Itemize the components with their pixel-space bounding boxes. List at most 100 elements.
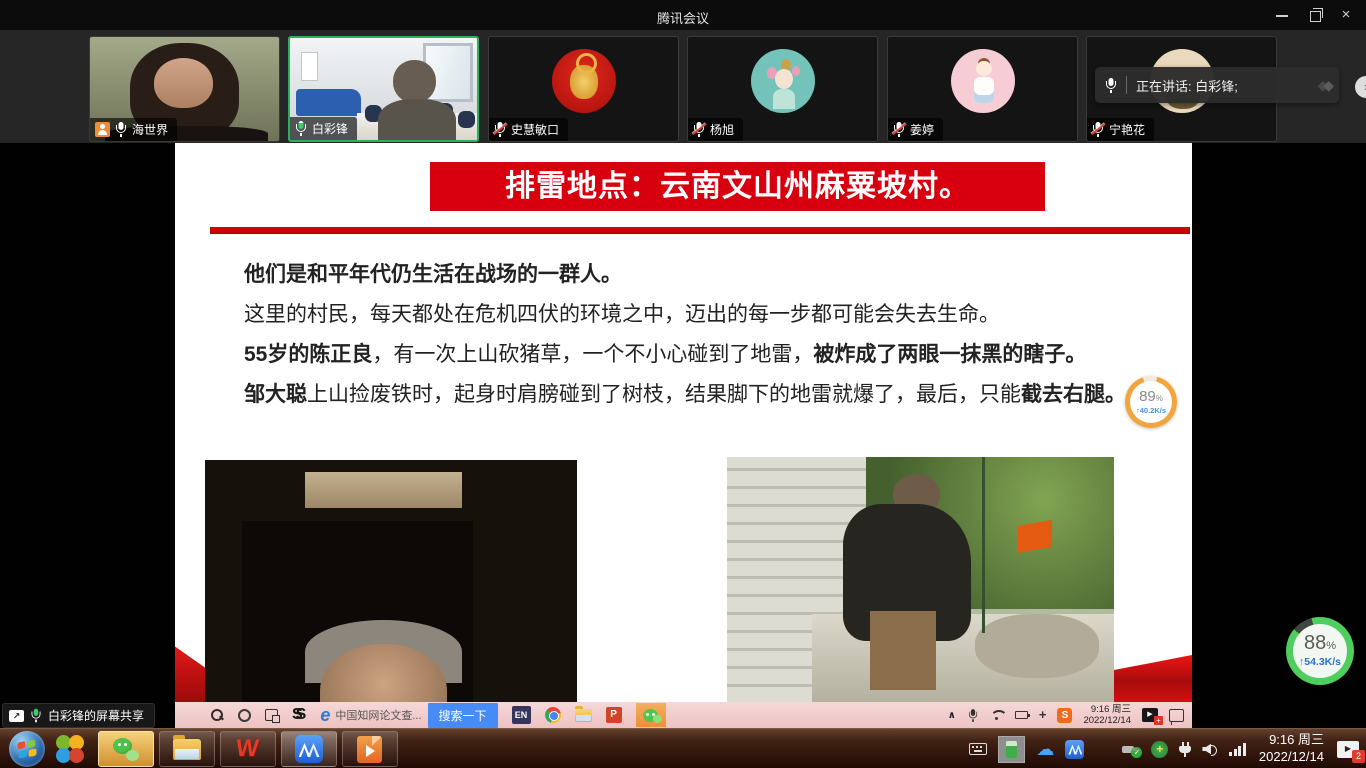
keyboard-icon[interactable] <box>969 743 987 755</box>
sogou-app-icon: SS <box>292 706 306 724</box>
wall-art-shape <box>301 52 318 81</box>
avatar <box>552 49 616 113</box>
video-app-button[interactable] <box>342 731 398 767</box>
battery-icon <box>1015 711 1028 719</box>
divider <box>1126 76 1127 94</box>
tencent-meeting-tray-icon[interactable] <box>1065 740 1084 759</box>
person-face-shape <box>393 60 436 103</box>
close-button[interactable]: × <box>1330 0 1362 30</box>
shared-screen-area: 排雷地点：云南文山州麻粟坡村。 他们是和平年代仍生活在战场的一群人。这里的村民，… <box>0 143 1366 728</box>
cortana-icon <box>238 709 251 722</box>
participant-label: 史慧敏口 <box>489 118 568 141</box>
presenter-upload-rate: ↑40.2K/s <box>1136 406 1166 415</box>
pole-shape <box>982 457 985 633</box>
screen-share-banner[interactable]: ↗ 白彩锋的屏幕共享 <box>2 703 155 728</box>
participant-tile-baicaifeng[interactable]: 白彩锋 <box>288 36 479 142</box>
start-button[interactable] <box>9 731 45 767</box>
tencent-meeting-window: 腾讯会议 × 海世界 <box>0 0 1366 768</box>
participant-name: 白彩锋 <box>312 120 348 137</box>
chevron-up-icon: ∧ <box>948 710 956 721</box>
slide-paragraph: 邹大聪上山捡废铁时，起身时肩膀碰到了树枝，结果脚下的地雷就爆了，最后，只能截去右… <box>244 375 1126 415</box>
remote-date: 2022/12/14 <box>1083 715 1131 726</box>
power-plug-icon[interactable] <box>1179 742 1191 757</box>
participant-label: 宁艳花 <box>1087 118 1154 141</box>
mic-active-icon <box>295 121 307 136</box>
media-app-icon: ▶+ <box>1142 708 1158 722</box>
red-ribbon-left <box>175 636 209 702</box>
mic-tray-icon <box>968 709 978 722</box>
sogou-input-icon: S <box>1057 708 1072 723</box>
file-explorer-button[interactable] <box>159 731 215 767</box>
local-taskbar: W ☁ ✓ + 9:16 周三 2022/12/14 ▶2 <box>0 728 1366 768</box>
language-indicator: EN <box>512 706 531 724</box>
red-ribbon-right <box>1114 655 1192 702</box>
slide-photo-left <box>205 460 577 702</box>
wps-office-button[interactable]: W <box>220 731 276 767</box>
mic-on-icon <box>115 122 127 137</box>
antivirus-shield-icon[interactable]: + <box>1151 741 1168 758</box>
mic-muted-icon <box>1092 122 1104 137</box>
local-upload-rate: ↑54.3K/s <box>1299 656 1341 668</box>
usb-safe-remove-icon[interactable]: ✓ <box>1122 742 1140 756</box>
remote-time: 9:16 周三 <box>1083 704 1131 715</box>
participant-tile-jiangting[interactable]: 姜婷 <box>887 36 1078 142</box>
participant-label: 姜婷 <box>888 118 943 141</box>
local-performance-ball[interactable]: 88% ↑54.3K/s <box>1286 617 1354 685</box>
sogou-pinwheel-icon[interactable] <box>55 734 85 764</box>
participant-name: 史慧敏口 <box>511 121 559 138</box>
door-sign-shape <box>305 472 461 508</box>
wps-icon: W <box>235 735 261 763</box>
participant-tile-haishijie[interactable]: 海世界 <box>89 36 280 142</box>
participant-tile-yangxu[interactable]: 杨旭 <box>687 36 878 142</box>
mic-muted-icon <box>893 122 905 137</box>
mic-muted-icon <box>693 122 705 137</box>
network-signal-icon[interactable] <box>1229 742 1246 756</box>
search-button: 搜索一下 <box>428 703 498 728</box>
participant-name: 杨旭 <box>710 121 734 138</box>
person-body-shape <box>378 99 457 142</box>
presentation-slide: 排雷地点：云南文山州麻粟坡村。 他们是和平年代仍生活在战场的一群人。这里的村民，… <box>175 143 1192 702</box>
wechat-taskbar-icon <box>636 703 666 727</box>
participant-name: 姜婷 <box>910 121 934 138</box>
windows-start-icon <box>183 709 196 722</box>
presenter-performance-ball: 89% ↑40.2K/s <box>1125 376 1177 428</box>
file-explorer-icon <box>575 709 592 722</box>
wechat-taskbar-button[interactable] <box>98 731 154 767</box>
restore-button[interactable] <box>1298 0 1330 30</box>
weiyun-cloud-icon[interactable]: ☁ <box>1036 740 1054 758</box>
taskbar-apps: W <box>0 729 400 768</box>
window-title: 腾讯会议 <box>0 8 1366 27</box>
wechat-icon <box>113 738 139 761</box>
meeting-logo-icon: ◆◆ <box>1317 77 1329 94</box>
notification-icon[interactable]: ▶2 <box>1337 741 1359 758</box>
plus-tray-icon: + <box>1039 710 1047 720</box>
clock-date: 2022/12/14 <box>1259 749 1324 766</box>
screen-share-text: 白彩锋的屏幕共享 <box>48 707 144 724</box>
chair-shape <box>458 111 475 127</box>
tencent-meeting-button[interactable] <box>281 731 337 767</box>
video-app-icon <box>357 736 382 763</box>
window-controls: × <box>1266 0 1362 30</box>
avatar <box>751 49 815 113</box>
usb-device-icon[interactable] <box>998 736 1025 763</box>
ie-icon: e <box>320 705 330 726</box>
screen-share-icon: ↗ <box>9 710 24 722</box>
slide-paragraph: 这里的村民，每天都处在危机四伏的环境之中，迈出的每一步都可能会失去生命。 <box>244 295 1126 335</box>
notification-badge: 2 <box>1352 750 1365 763</box>
wifi-icon <box>990 710 1004 721</box>
person-face-shape <box>154 58 213 108</box>
slide-paragraphs: 他们是和平年代仍生活在战场的一群人。这里的村民，每天都处在危机四伏的环境之中，迈… <box>244 255 1126 415</box>
mic-muted-icon <box>494 122 506 137</box>
clock-time: 9:16 周三 <box>1259 732 1324 749</box>
taskbar-clock[interactable]: 9:16 周三 2022/12/14 <box>1259 732 1324 766</box>
speaker-icon[interactable] <box>1202 743 1218 756</box>
speaking-toast: 正在讲话: 白彩锋; ◆◆ <box>1095 67 1339 103</box>
participant-name: 宁艳花 <box>1109 121 1145 138</box>
participant-tile-shihuimin[interactable]: 史慧敏口 <box>488 36 679 142</box>
participant-label: 杨旭 <box>688 118 743 141</box>
slide-title-banner: 排雷地点：云南文山州麻粟坡村。 <box>430 162 1045 211</box>
chrome-icon <box>545 707 561 723</box>
browser-page-title: 中国知网论文查... <box>335 707 421 723</box>
minimize-button[interactable] <box>1266 0 1298 30</box>
slide-paragraph: 55岁的陈正良，有一次上山砍猪草，一个不小心碰到了地雷，被炸成了两眼一抹黑的瞎子… <box>244 335 1126 375</box>
